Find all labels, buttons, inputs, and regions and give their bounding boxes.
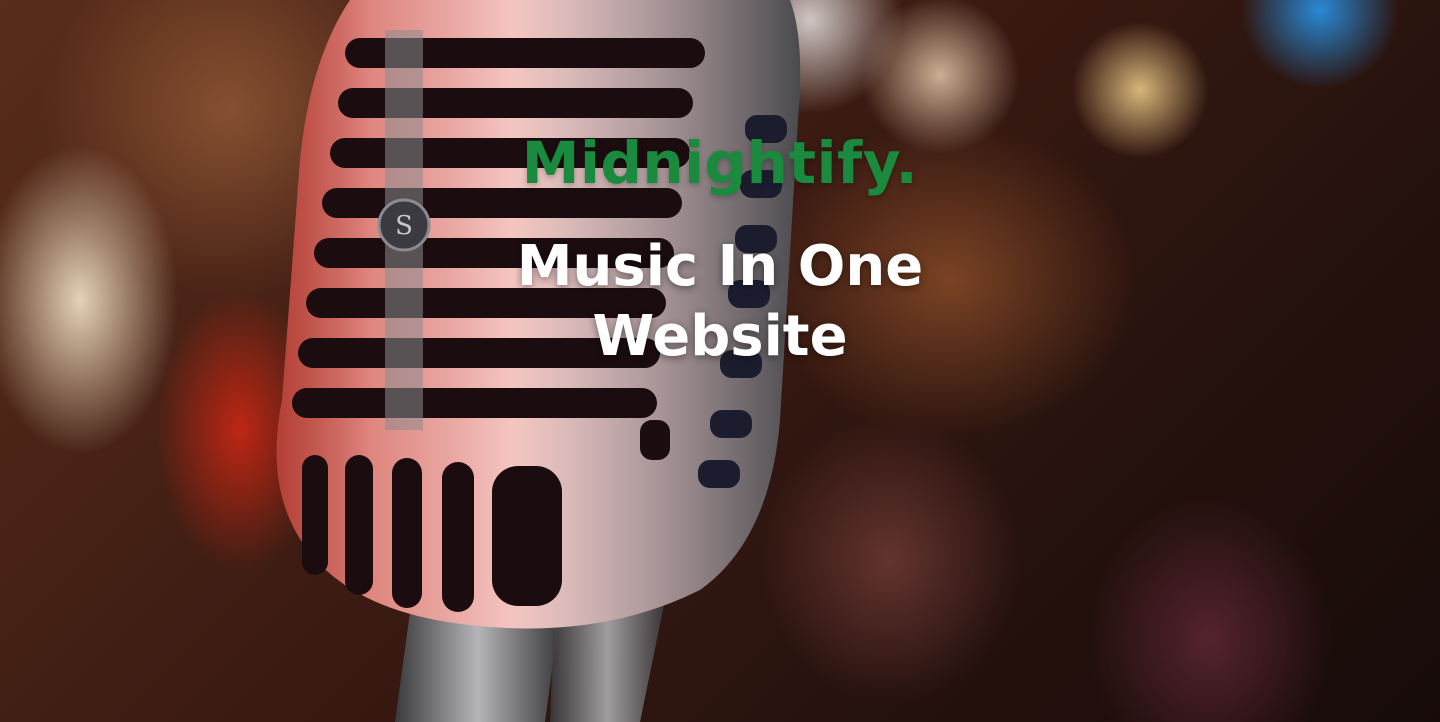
hero-section: S Midnightify. Music In One Website bbox=[0, 0, 1440, 722]
svg-text:S: S bbox=[395, 211, 413, 241]
hero-tagline: Music In One Website bbox=[516, 234, 924, 369]
brand-logo-text: Midnightify. bbox=[521, 129, 919, 197]
hero-text-block: Midnightify. Music In One Website bbox=[420, 128, 1020, 372]
